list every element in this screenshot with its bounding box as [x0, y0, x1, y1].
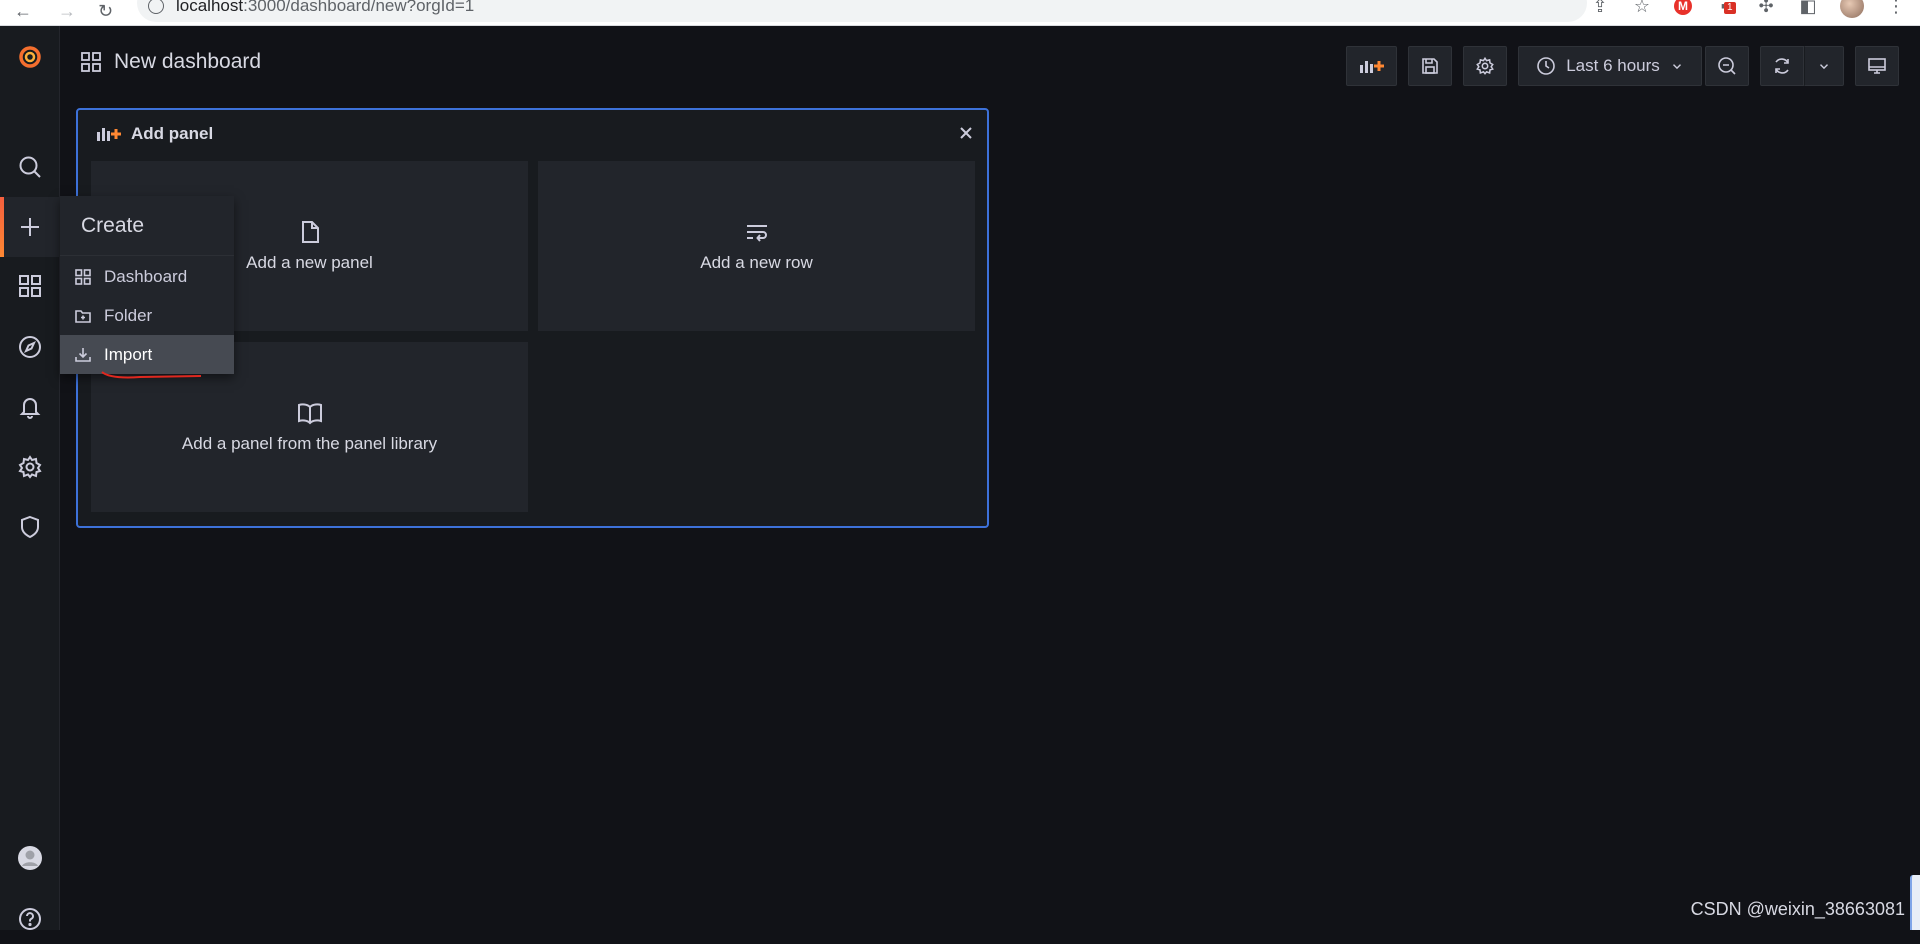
bell-icon	[17, 394, 43, 420]
sync-icon	[1772, 56, 1792, 76]
close-icon[interactable]	[957, 124, 975, 142]
refresh-interval-dropdown[interactable]	[1804, 46, 1844, 86]
gear-icon	[1475, 56, 1495, 76]
time-range-picker[interactable]: Last 6 hours	[1518, 46, 1702, 86]
grafana-logo[interactable]	[0, 32, 60, 82]
time-range-label: Last 6 hours	[1566, 56, 1660, 76]
sidebar-item-explore[interactable]	[0, 322, 60, 372]
sidebar-item-alerting[interactable]	[0, 382, 60, 432]
create-menu: Create Dashboard Folder Import	[60, 196, 234, 374]
user-avatar-icon	[17, 845, 43, 871]
extension-icon[interactable]: ▪1	[1714, 0, 1734, 16]
reload-icon[interactable]: ↻	[98, 0, 113, 22]
add-new-row-label: Add a new row	[700, 253, 812, 273]
shield-icon	[17, 514, 43, 540]
sidebar	[0, 26, 60, 930]
sidebar-item-server-admin[interactable]	[0, 502, 60, 552]
more-icon[interactable]: ⋮	[1886, 0, 1906, 16]
zoom-out-icon	[1717, 56, 1737, 76]
dashboard-title-area: New dashboard	[80, 50, 261, 74]
chevron-down-icon	[1817, 59, 1831, 73]
page-title[interactable]: New dashboard	[114, 50, 261, 74]
search-icon	[17, 154, 43, 180]
sidebar-item-create[interactable]	[0, 197, 60, 257]
watermark: CSDN @weixin_38663081	[1691, 899, 1905, 920]
add-panel-header: Add panel	[95, 124, 213, 144]
folder-plus-icon	[74, 307, 92, 325]
apps-icon	[17, 273, 43, 299]
panel-add-icon	[1357, 56, 1387, 76]
monitor-icon	[1867, 56, 1887, 76]
add-new-row-option[interactable]: Add a new row	[538, 161, 975, 331]
back-icon[interactable]: ←	[14, 0, 32, 22]
save-dashboard-button[interactable]	[1408, 46, 1452, 86]
refresh-button[interactable]	[1760, 46, 1804, 86]
side-panel-icon[interactable]: ◧	[1798, 0, 1818, 16]
create-menu-heading[interactable]: Create	[60, 196, 234, 256]
view-mode-button[interactable]	[1855, 46, 1899, 86]
scrollbar-thumb[interactable]	[1910, 875, 1920, 930]
add-new-panel-label: Add a new panel	[246, 253, 373, 273]
forward-icon[interactable]: →	[58, 0, 76, 22]
browser-toolbar: ← → ↻ localhost:3000/dashboard/new?orgId…	[0, 0, 1920, 26]
compass-icon	[17, 334, 43, 360]
apps-icon	[74, 268, 92, 286]
add-panel-title: Add panel	[131, 124, 213, 144]
sidebar-item-configuration[interactable]	[0, 442, 60, 492]
url-text: localhost:3000/dashboard/new?orgId=1	[176, 0, 474, 16]
create-menu-item-dashboard[interactable]: Dashboard	[60, 257, 234, 296]
add-library-panel-label: Add a panel from the panel library	[182, 434, 437, 454]
save-icon	[1420, 56, 1440, 76]
share-icon[interactable]: ⇪	[1590, 0, 1610, 16]
add-panel-button[interactable]	[1346, 46, 1397, 86]
plus-icon	[17, 214, 43, 240]
extension-m-icon[interactable]: M	[1674, 0, 1692, 15]
help-icon	[17, 906, 43, 932]
panel-add-icon	[95, 125, 125, 143]
sidebar-item-profile[interactable]	[0, 833, 60, 883]
chevron-down-icon	[1670, 59, 1684, 73]
apps-icon	[80, 51, 102, 73]
zoom-out-button[interactable]	[1705, 46, 1749, 86]
import-icon	[74, 346, 92, 364]
puzzle-icon[interactable]: ✣	[1756, 0, 1776, 16]
star-icon[interactable]: ☆	[1632, 0, 1652, 16]
sidebar-item-help[interactable]	[0, 894, 60, 944]
book-open-icon	[297, 400, 323, 426]
dashboard-settings-button[interactable]	[1463, 46, 1507, 86]
file-blank-icon	[297, 219, 323, 245]
profile-avatar[interactable]	[1840, 0, 1864, 18]
gear-icon	[17, 454, 43, 480]
red-underline-annotation	[100, 370, 203, 380]
grafana-logo-icon	[17, 44, 43, 70]
sidebar-item-search[interactable]	[0, 142, 60, 192]
clock-icon	[1536, 56, 1556, 76]
sidebar-item-dashboards[interactable]	[0, 261, 60, 311]
wrap-text-icon	[744, 219, 770, 245]
create-menu-item-folder[interactable]: Folder	[60, 296, 234, 335]
create-menu-item-import[interactable]: Import	[60, 335, 234, 374]
